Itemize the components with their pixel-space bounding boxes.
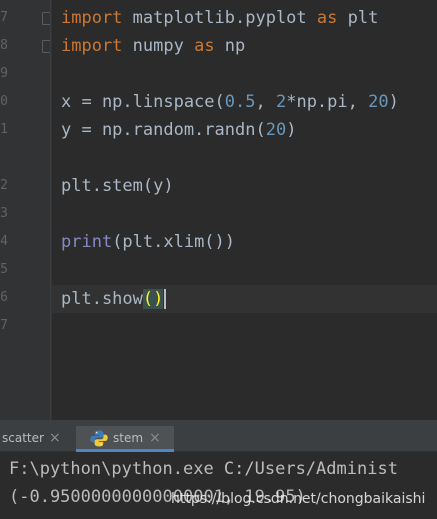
tab-label: stem [113, 431, 144, 445]
run-tab-stem[interactable]: stem × [76, 426, 174, 452]
code-text: ) [286, 120, 297, 140]
code-editor[interactable]: 7 8 9 0 1 2 3 4 5 6 7 import matplotlib.… [0, 0, 437, 420]
code-text: plt.stem(y) [61, 176, 174, 196]
code-text: y = np.random.randn( [61, 120, 266, 140]
python-icon [90, 430, 108, 447]
line-number: 7 [0, 10, 8, 25]
code-line-linspace[interactable]: x = np.linspace(0.5, 2*np.pi, 20) [61, 88, 399, 116]
close-icon[interactable]: × [149, 426, 161, 450]
code-text: plt [337, 8, 379, 28]
line-number: 9 [0, 66, 8, 81]
number-literal: 20 [368, 92, 389, 112]
line-number: 7 [0, 318, 8, 333]
line-number: 3 [0, 206, 8, 221]
code-text: matplotlib.pyplot [122, 8, 317, 28]
run-tabs-bar: scatter × stem × [0, 426, 437, 452]
line-number: 8 [0, 38, 8, 53]
code-line-import-matplotlib[interactable]: import matplotlib.pyplot as plt [61, 4, 378, 32]
code-text: np [214, 36, 246, 56]
line-number: 2 [0, 178, 8, 193]
code-text: plt.show [61, 289, 143, 309]
matched-brackets: () [142, 289, 164, 309]
code-line-print[interactable]: print(plt.xlim()) [61, 228, 235, 256]
keyword: as [194, 36, 215, 56]
line-number: 4 [0, 234, 8, 249]
line-number: 0 [0, 94, 8, 109]
line-number: 5 [0, 262, 8, 277]
gutter-divider [50, 0, 51, 420]
code-text: *np.pi, [286, 92, 369, 112]
close-icon[interactable]: × [49, 426, 61, 450]
keyword: import [61, 8, 123, 28]
code-text: numpy [122, 36, 195, 56]
watermark: https://blog.csdn.net/chongbaikaishi [171, 491, 426, 507]
number-literal: 2 [275, 92, 287, 112]
keyword: import [61, 36, 123, 56]
line-number-gutter: 7 8 9 0 1 2 3 4 5 6 7 [0, 0, 52, 420]
run-tab-scatter[interactable]: scatter × [0, 426, 70, 452]
code-line-randn[interactable]: y = np.random.randn(20) [61, 116, 296, 144]
line-number: 1 [0, 122, 8, 137]
number-literal: 0.5 [224, 92, 256, 112]
code-text: (plt.xlim()) [112, 232, 236, 252]
keyword: as [316, 8, 338, 28]
number-literal: 20 [265, 120, 287, 140]
code-text: ) [388, 92, 399, 112]
line-number: 6 [0, 290, 8, 305]
code-line-show[interactable]: plt.show() [61, 285, 167, 313]
code-line-stem[interactable]: plt.stem(y) [61, 172, 174, 200]
console-command-line: F:\python\python.exe C:/Users/Administ [9, 459, 398, 479]
code-text: x = np.linspace( [61, 92, 225, 112]
code-text: , [255, 92, 276, 112]
text-caret [164, 289, 167, 309]
builtin-function: print [61, 232, 113, 252]
code-line-import-numpy[interactable]: import numpy as np [61, 32, 245, 60]
tab-label: scatter [2, 431, 44, 445]
